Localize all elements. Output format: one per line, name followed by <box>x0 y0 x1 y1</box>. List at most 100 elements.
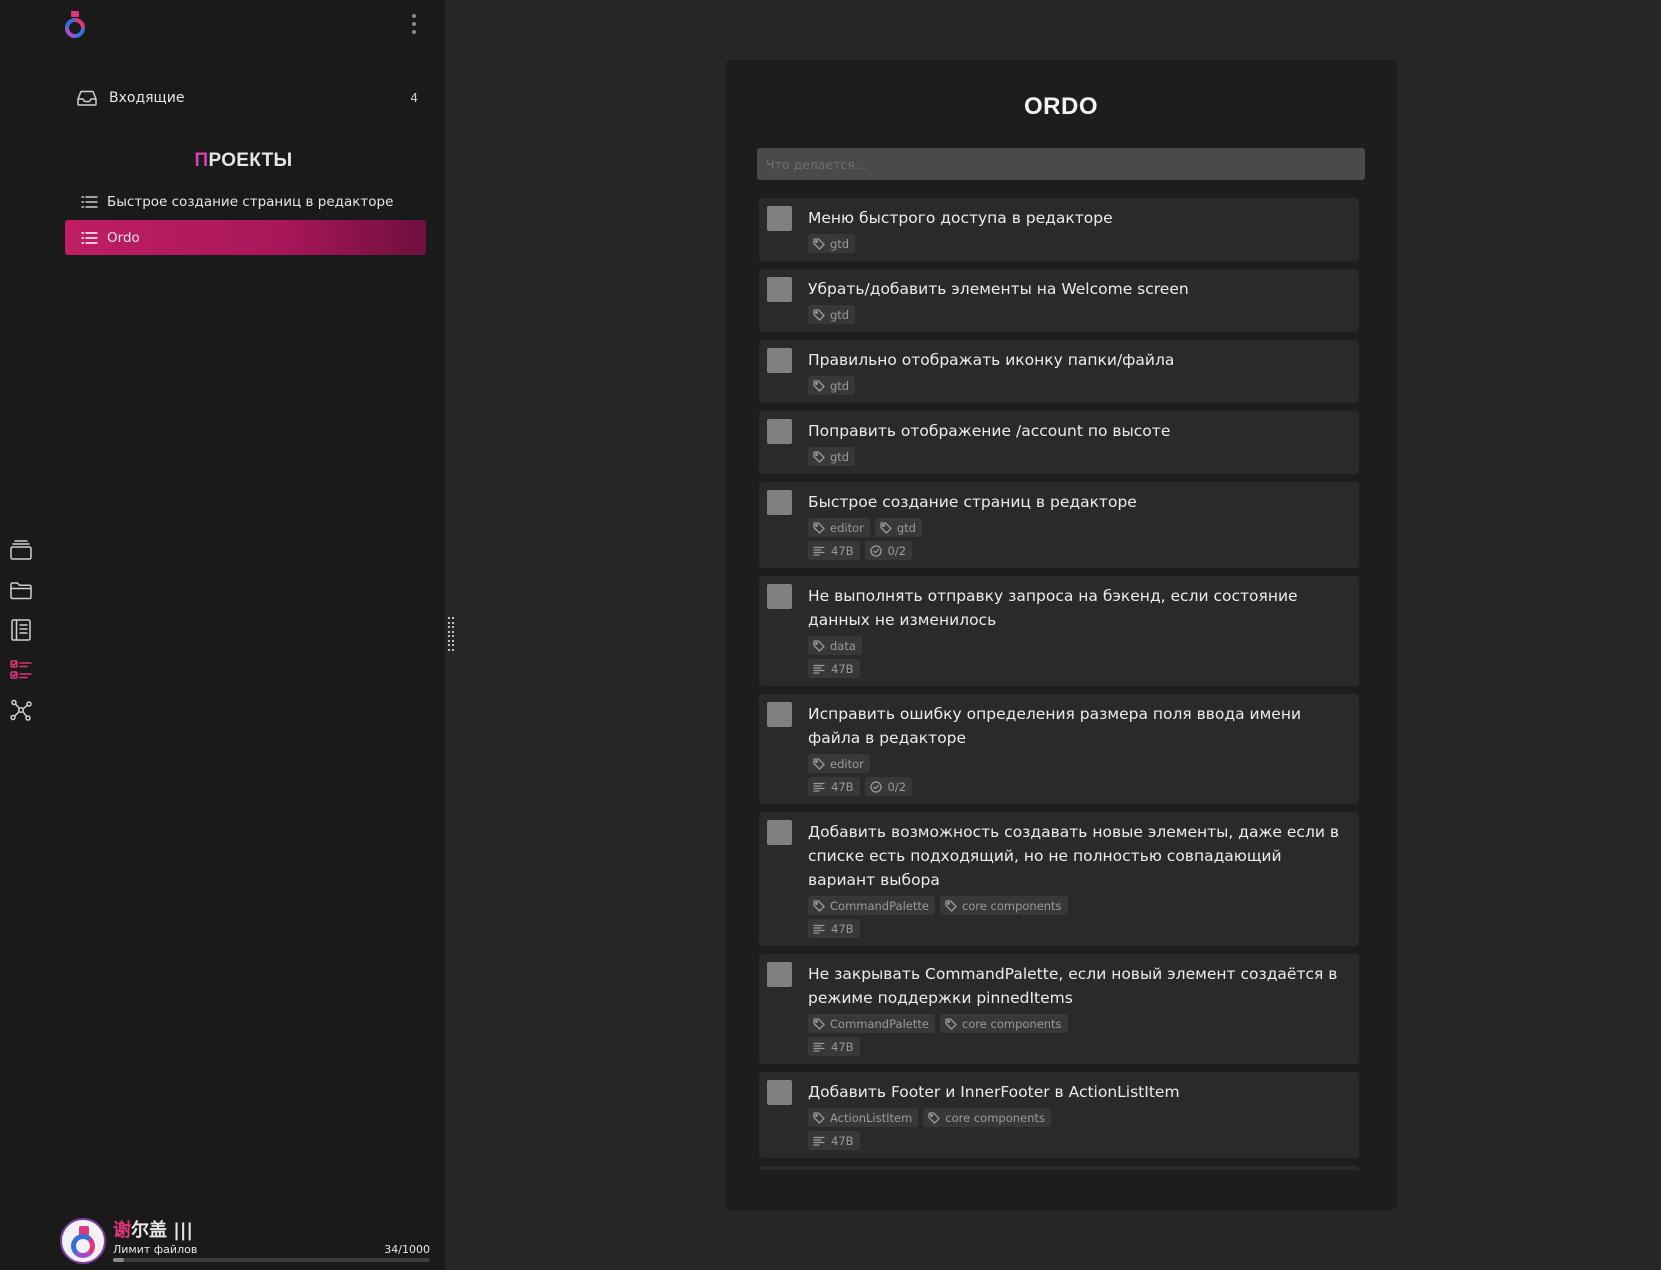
task-checkbox[interactable] <box>767 1080 792 1105</box>
task-checkbox[interactable] <box>767 962 792 987</box>
folder-icon[interactable] <box>8 577 34 603</box>
user-name-rest: 尔盖 ||| <box>131 1220 193 1241</box>
tag-label: gtd <box>830 307 850 322</box>
graph-icon[interactable] <box>8 697 34 723</box>
task-item[interactable]: Не закрывать CommandPalette, если новый … <box>759 954 1359 1064</box>
file-limit-count: 34/1000 <box>384 1243 430 1256</box>
task-item[interactable]: Не выполнять отправку запроса на бэкенд,… <box>759 576 1359 686</box>
task-item[interactable]: Добавить возможность создавать новые эле… <box>759 812 1359 946</box>
text-size-icon <box>813 1135 831 1147</box>
task-title: Добавить возможность создавать новые эле… <box>808 823 1339 889</box>
tag-chip[interactable]: data <box>808 636 862 655</box>
tag-chip[interactable]: editor <box>808 754 870 773</box>
task-checkbox[interactable] <box>767 419 792 444</box>
tag-chip[interactable]: core components <box>939 896 1068 915</box>
sidebar-item-project-active[interactable]: Ordo <box>65 220 426 255</box>
avatar[interactable] <box>60 1218 106 1264</box>
tag-label: gtd <box>830 378 850 393</box>
size-label: 47B <box>831 661 854 676</box>
task-item[interactable]: Меню быстрого доступа в редакторе gtd <box>759 198 1359 261</box>
text-size-icon <box>813 663 831 675</box>
tag-icon <box>813 899 830 912</box>
icon-rail <box>0 0 42 1270</box>
page-title: ORDO <box>1024 93 1098 120</box>
projects-heading-rest: РОЕКТЫ <box>208 150 293 171</box>
tag-chip[interactable]: gtd <box>808 234 856 253</box>
new-task-input[interactable] <box>757 148 1365 180</box>
task-tags: ActionListItem core components <box>808 1108 1347 1127</box>
tag-chip[interactable]: CommandPalette <box>808 896 935 915</box>
task-item[interactable]: Исправить ошибку определения размера пол… <box>759 694 1359 804</box>
tag-label: core components <box>961 1016 1062 1031</box>
tag-icon <box>928 1111 945 1124</box>
list-icon <box>81 231 99 245</box>
size-chip: 47B <box>808 919 860 938</box>
task-title: Быстрое создание страниц в редакторе <box>808 493 1137 511</box>
task-checkbox[interactable] <box>767 277 792 302</box>
checklist-progress: 0/2 <box>887 543 907 558</box>
notebook-icon[interactable] <box>8 617 34 643</box>
tag-icon <box>945 899 962 912</box>
tag-chip[interactable]: gtd <box>808 447 856 466</box>
checklist-icon[interactable] <box>8 657 34 683</box>
tag-icon <box>880 521 897 534</box>
sidebar-item-project[interactable]: Быстрое создание страниц в редакторе <box>65 184 426 219</box>
sidebar: Входящие 4 ПРОЕКТЫ Быстрое создание стра… <box>42 0 445 1270</box>
task-item[interactable]: Быстрое создание страниц в редакторе edit… <box>759 482 1359 568</box>
task-checkbox[interactable] <box>767 702 792 727</box>
tag-label: gtd <box>830 236 850 251</box>
tag-chip[interactable]: ActionListItem <box>808 1108 919 1127</box>
task-list: Меню быстрого доступа в редакторе gtd Убра… <box>759 198 1359 1170</box>
tag-chip[interactable]: core components <box>939 1014 1068 1033</box>
task-title: Убрать/добавить элементы на Welcome scre… <box>808 280 1189 298</box>
task-checkbox[interactable] <box>767 820 792 845</box>
size-label: 47B <box>831 779 854 794</box>
task-checkbox[interactable] <box>767 348 792 373</box>
sidebar-item-inbox[interactable]: Входящие 4 <box>64 84 424 112</box>
tag-icon <box>813 757 830 770</box>
checklist-progress: 0/2 <box>887 779 907 794</box>
stack-icon[interactable] <box>8 537 34 563</box>
task-checkbox[interactable] <box>767 206 792 231</box>
app-logo[interactable] <box>64 10 86 38</box>
tag-chip[interactable]: core components <box>923 1108 1051 1127</box>
task-item[interactable]: Поправить отображение /account по высоте… <box>759 411 1359 474</box>
tag-icon <box>813 1111 830 1124</box>
task-tags: editor <box>808 754 1347 773</box>
tag-label: data <box>830 638 856 653</box>
tag-label: core components <box>945 1110 1045 1125</box>
tag-chip[interactable]: gtd <box>808 305 856 324</box>
task-item[interactable]: Добавить Footer и InnerFooter в ActionLi… <box>759 1072 1359 1158</box>
tag-chip[interactable]: gtd <box>808 376 856 395</box>
size-chip: 47B <box>808 541 860 560</box>
tag-label: CommandPalette <box>830 898 929 913</box>
task-checkbox[interactable] <box>767 490 792 515</box>
task-item[interactable]: Убрать/добавить элементы на Welcome scre… <box>759 269 1359 332</box>
text-size-icon <box>813 545 831 557</box>
task-meta: 47B <box>808 1131 1347 1150</box>
user-panel[interactable]: 谢尔盖 ||| Лимит файлов 34/1000 <box>60 1216 430 1266</box>
file-limit-label: Лимит файлов <box>113 1243 198 1256</box>
task-meta: 47B 0/2 <box>808 777 1347 796</box>
task-tags: CommandPalette core components <box>808 1014 1347 1033</box>
tag-label: editor <box>830 520 864 535</box>
tag-chip[interactable]: CommandPalette <box>808 1014 935 1033</box>
task-item[interactable]: Правильно отображать иконку папки/файла g… <box>759 340 1359 403</box>
tag-icon <box>945 1017 962 1030</box>
task-title: Не закрывать CommandPalette, если новый … <box>808 965 1338 1007</box>
task-checkbox[interactable] <box>767 584 792 609</box>
tag-chip[interactable]: editor <box>808 518 870 537</box>
size-chip: 47B <box>808 1131 860 1150</box>
tag-chip[interactable]: gtd <box>874 518 922 537</box>
more-menu-icon[interactable] <box>408 12 420 36</box>
sidebar-resize-handle[interactable] <box>448 617 454 651</box>
task-meta: 47B <box>808 1037 1347 1056</box>
tag-label: gtd <box>830 449 850 464</box>
task-title: Поправить отображение /account по высоте <box>808 422 1171 440</box>
tag-label: gtd <box>896 520 916 535</box>
text-size-icon <box>813 1041 831 1053</box>
size-chip: 47B <box>808 659 860 678</box>
task-meta: 47B <box>808 659 1347 678</box>
tag-icon <box>813 450 830 463</box>
task-meta: 47B 0/2 <box>808 541 1347 560</box>
